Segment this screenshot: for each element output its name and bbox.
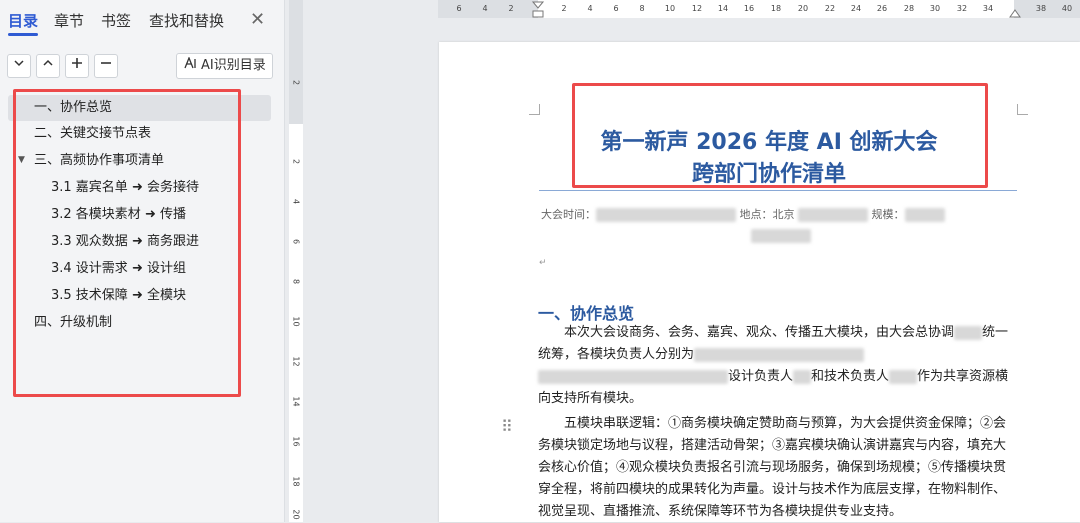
tab-find-replace[interactable]: 查找和替换 [149,10,224,31]
section-heading: 一、协作总览 [538,304,635,323]
right-indent-marker[interactable] [1009,8,1021,18]
navigation-pane: 目录 章节 书签 查找和替换 ✕ AI识别目录 一、协作总览 二、关键交接节点表… [0,0,285,522]
tab-bookmarks[interactable]: 书签 [101,10,131,31]
ai-recognize-toc-button[interactable]: AI识别目录 [176,53,273,79]
title-underline [539,190,1017,191]
active-tab-indicator [8,33,38,36]
vertical-ruler[interactable]: 2 2 4 6 8 10 12 14 16 18 20 [289,0,303,522]
horizontal-ruler[interactable]: 6 4 2 2 4 6 8 10 12 14 16 18 20 22 24 26… [438,0,1080,18]
ai-icon [183,54,199,78]
close-icon[interactable]: ✕ [250,9,265,30]
document-page[interactable]: 第一新声 2026 年度 AI 创新大会 跨部门协作清单 大会时间： 地点：北京… [439,42,1080,522]
event-meta: 大会时间： 地点：北京 规模： [541,206,945,222]
chevron-up-icon[interactable] [36,54,60,78]
chevron-down-icon[interactable] [7,54,31,78]
highlight-box-title [572,83,988,188]
paragraph-mark: ↵ [539,258,547,268]
minus-icon[interactable] [94,54,118,78]
highlight-box-toc [13,89,241,397]
plus-icon[interactable] [65,54,89,78]
paragraph-overview: 本次大会设商务、会务、嘉宾、观众、传播五大模块，由大会总协调 统一统筹，各模块负责… [538,325,1009,406]
drag-handle-icon[interactable]: ⠿ [501,417,513,436]
paragraph-logic: 五模块串联逻辑：①商务模块确定赞助商与预算，为大会提供资金保障；②会务模块锁定场… [538,416,1007,519]
ai-button-label: AI识别目录 [201,58,266,73]
tab-toc[interactable]: 目录 [8,10,38,31]
pane-tabs: 目录 章节 书签 查找和替换 ✕ [0,0,284,42]
tab-chapters[interactable]: 章节 [54,10,84,31]
first-line-indent-marker[interactable] [532,0,544,18]
